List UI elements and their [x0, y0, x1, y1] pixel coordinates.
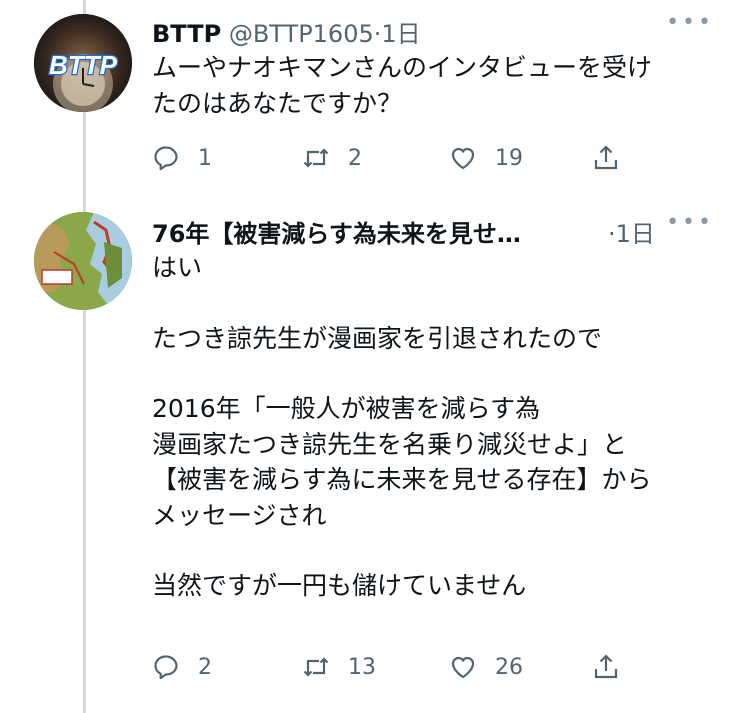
avatar[interactable]	[34, 212, 132, 310]
like-count: 19	[495, 145, 523, 171]
tweet-header: 76年【被害減らす為未来を見せ… ·1日	[152, 214, 730, 250]
retweet-count: 13	[348, 654, 376, 680]
reply-icon	[154, 655, 178, 680]
action-bar: 1 2 19	[152, 138, 730, 178]
share-icon	[594, 654, 618, 679]
like-button[interactable]: 19	[449, 138, 523, 178]
tweet-time[interactable]: 1日	[381, 20, 420, 48]
reply-icon	[154, 146, 178, 171]
text-line: 漫画家たつき諒先生を名乗り減災せよ」と	[152, 429, 628, 459]
more-icon[interactable]: •••	[666, 12, 714, 34]
tweet-header: BTTP @BTTP1605·1日	[152, 14, 730, 50]
reply-count: 2	[198, 654, 212, 680]
retweet-button[interactable]: 13	[302, 647, 376, 687]
text-line: はい	[152, 253, 203, 282]
retweet-icon	[303, 657, 329, 677]
tweet-text: はい たつき諒先生が漫画家を引退されたので 2016年「一般人が被害を減らす為 …	[152, 250, 730, 604]
reply-count: 1	[198, 145, 212, 171]
share-button[interactable]	[592, 138, 620, 178]
share-icon	[594, 145, 618, 170]
share-button[interactable]	[592, 647, 620, 687]
reply-button[interactable]: 1	[152, 138, 212, 178]
like-icon	[451, 656, 475, 679]
action-bar: 2 13 26	[152, 647, 730, 687]
text-line: 【被害を減らす為に未来を見せる存在】から	[152, 465, 652, 494]
text-line: たのはあなたですか？	[152, 88, 403, 118]
text-line: たつき諒先生が漫画家を引退されたので	[152, 323, 603, 353]
text-line: ムーやナオキマンさんのインタビューを受け	[152, 53, 653, 82]
text-line: 2016年「一般人が被害を減らす為	[152, 394, 541, 423]
text-line: メッセージされ	[152, 500, 327, 530]
author-name[interactable]: BTTP	[152, 20, 221, 48]
tweet-time[interactable]: 1日	[616, 220, 655, 248]
text-line: 当然ですが一円も儲けていません	[152, 571, 527, 600]
more-icon[interactable]: •••	[666, 212, 714, 234]
tweet[interactable]: 76年【被害減らす為未来を見せ… ·1日 ••• はい たつき諒先生が漫画家を引…	[0, 200, 750, 713]
tweet-text: ムーやナオキマンさんのインタビューを受け たのはあなたですか？	[152, 50, 730, 121]
retweet-button[interactable]: 2	[302, 138, 362, 178]
avatar[interactable]: BTTP	[34, 14, 132, 112]
author-handle[interactable]: @BTTP1605	[229, 20, 374, 48]
author-name[interactable]: 76年【被害減らす為未来を見せ…	[152, 220, 521, 248]
retweet-icon	[303, 148, 329, 168]
tweet-time-wrap: ·1日	[608, 220, 655, 248]
retweet-count: 2	[348, 145, 362, 171]
tweet[interactable]: BTTP BTTP @BTTP1605·1日 ••• ムーやナオキマンさんのイン…	[0, 0, 750, 200]
reply-button[interactable]: 2	[152, 647, 212, 687]
avatar-logo: BTTP	[49, 50, 118, 80]
like-button[interactable]: 26	[449, 647, 523, 687]
like-count: 26	[495, 654, 523, 680]
like-icon	[451, 147, 475, 170]
